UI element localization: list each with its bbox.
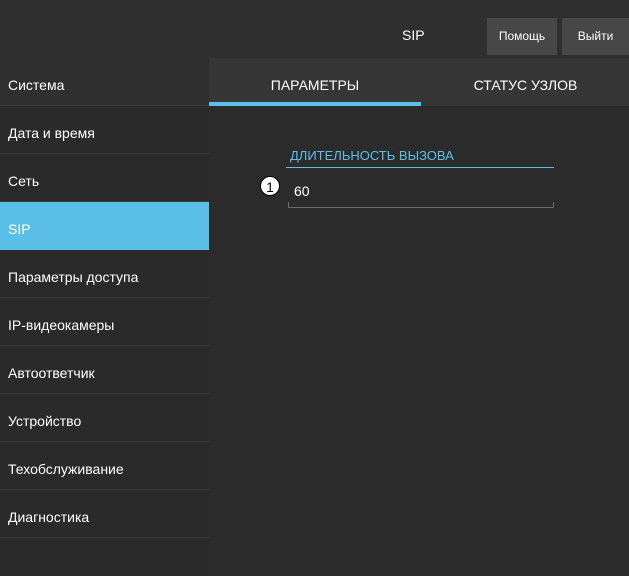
tab-parameters[interactable]: ПАРАМЕТРЫ bbox=[209, 58, 421, 106]
input-edge-right bbox=[553, 202, 554, 208]
sidebar-item-ip-cameras[interactable]: IP-видеокамеры bbox=[0, 298, 209, 346]
sidebar: Система Дата и время Сеть SIP Параметры … bbox=[0, 58, 209, 576]
tab-bar: ПАРАМЕТРЫ СТАТУС УЗЛОВ bbox=[209, 58, 629, 106]
active-tab-indicator bbox=[209, 102, 421, 106]
input-edge-left bbox=[288, 202, 289, 208]
sidebar-item-label: SIP bbox=[8, 221, 31, 237]
tab-label: СТАТУС УЗЛОВ bbox=[473, 77, 578, 93]
help-button[interactable]: Помощь bbox=[487, 18, 557, 55]
sidebar-item-maintenance[interactable]: Техобслуживание bbox=[0, 442, 209, 490]
sidebar-item-label: Сеть bbox=[8, 173, 40, 189]
sidebar-item-label: Диагностика bbox=[8, 509, 90, 525]
sidebar-item-date-time[interactable]: Дата и время bbox=[0, 106, 209, 154]
call-duration-input[interactable] bbox=[288, 176, 554, 206]
sidebar-item-label: Система bbox=[8, 77, 65, 93]
sidebar-item-label: Техобслуживание bbox=[8, 461, 124, 477]
sidebar-item-label: Дата и время bbox=[8, 125, 95, 141]
sidebar-item-network[interactable]: Сеть bbox=[0, 154, 209, 202]
sidebar-item-system[interactable]: Система bbox=[0, 58, 209, 106]
input-underline bbox=[288, 207, 554, 208]
sidebar-item-device[interactable]: Устройство bbox=[0, 394, 209, 442]
tab-label: ПАРАМЕТРЫ bbox=[270, 77, 360, 93]
tab-node-status[interactable]: СТАТУС УЗЛОВ bbox=[422, 58, 629, 106]
sidebar-item-answering-machine[interactable]: Автоответчик bbox=[0, 346, 209, 394]
sidebar-item-label: IP-видеокамеры bbox=[8, 317, 115, 333]
exit-button[interactable]: Выйти bbox=[562, 18, 629, 55]
sidebar-item-diagnostics[interactable]: Диагностика bbox=[0, 490, 209, 538]
call-duration-label: ДЛИТЕЛЬНОСТЬ ВЫЗОВА bbox=[290, 148, 454, 163]
sidebar-item-label: Параметры доступа bbox=[8, 269, 139, 285]
top-bar: SIP Помощь Выйти bbox=[0, 0, 629, 58]
sidebar-item-label: Устройство bbox=[8, 413, 82, 429]
sidebar-item-label: Автоответчик bbox=[8, 365, 95, 381]
page-title: SIP bbox=[402, 27, 425, 43]
sidebar-item-access-settings[interactable]: Параметры доступа bbox=[0, 250, 209, 298]
callout-marker: 1 bbox=[260, 176, 280, 196]
label-divider bbox=[286, 167, 554, 168]
sidebar-item-sip[interactable]: SIP bbox=[0, 202, 209, 250]
